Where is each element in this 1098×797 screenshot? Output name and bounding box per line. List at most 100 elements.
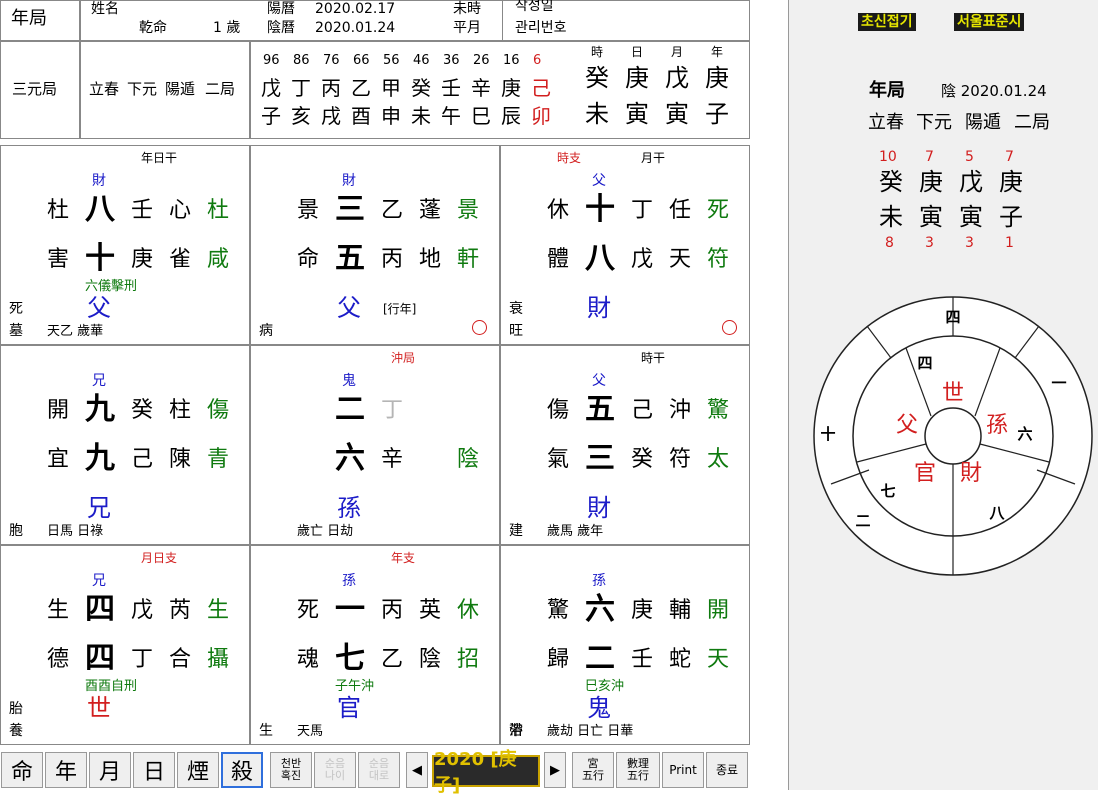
cell-relation: 父	[87, 294, 111, 322]
mode-button[interactable]: 命	[1, 752, 43, 788]
cell-stem: 戊	[131, 598, 154, 623]
cell-extra: 天乙 歲華	[47, 324, 104, 339]
cell-door: 杜	[207, 198, 230, 223]
palace-cell[interactable]: 年日干財杜八壬心杜害十庚雀咸六儀擊刑父死墓天乙 歲華	[0, 145, 250, 345]
right-top-num: 7	[925, 149, 934, 165]
number-five-elements-button[interactable]: 數理 五行	[616, 752, 660, 788]
year-selector[interactable]: 2020 [庚子]	[432, 749, 540, 796]
cell-number: 四	[85, 641, 115, 676]
daewoon-stem: 辛	[471, 76, 491, 100]
wheel-mid-label: 四	[917, 354, 932, 372]
cell-gate: 休	[547, 198, 570, 223]
cell-gate: 杜	[47, 198, 70, 223]
cell-door: 傷	[207, 398, 230, 423]
wheel-outer-label: 六	[1017, 425, 1032, 443]
cell-gate: 驚	[547, 598, 570, 623]
cell-top-label: 年支	[391, 551, 416, 565]
next-year-button[interactable]: ▶	[544, 752, 566, 788]
cell-door: 死	[707, 198, 730, 223]
pillar-head: 月	[671, 45, 684, 59]
daewoon-stem: 丁	[291, 76, 311, 100]
cell-door: 陰	[457, 447, 480, 472]
cell-number: 一	[335, 592, 365, 627]
cell-stem: 己	[131, 447, 154, 472]
palace-cell[interactable]: 時支 月干父休十丁任死體八戊天符財 衰旺	[500, 145, 750, 345]
cell-top-label: 年日干	[141, 151, 178, 165]
sunum-road-button[interactable]: 순음 대로	[358, 752, 400, 788]
daewoon-age: 6	[533, 53, 542, 68]
mode-button[interactable]: 月	[89, 752, 131, 788]
right-title: 年局	[869, 80, 905, 101]
mode-button[interactable]: 煙	[177, 752, 219, 788]
cell-door: 休	[457, 598, 480, 623]
mode-button[interactable]: 殺	[221, 752, 263, 788]
print-button[interactable]: Print	[662, 752, 704, 788]
cell-star: 英	[419, 598, 442, 623]
cell-stage: 胎	[9, 701, 23, 717]
right-item: 下元	[916, 112, 952, 133]
cell-stem: 己	[631, 398, 654, 423]
cell-top-label: 月日支	[141, 551, 178, 565]
right-item: 陽遁	[965, 112, 1001, 133]
right-branch: 未	[879, 203, 903, 231]
mode-button[interactable]: 年	[45, 752, 87, 788]
palace-cell[interactable]: 年支孫死一丙英休魂七乙陰招子午沖官生 天馬	[250, 545, 500, 745]
tag-seoul-time[interactable]: 서울표준시	[954, 13, 1025, 31]
cell-stage: 病	[259, 323, 273, 339]
pillar-branch: 未	[585, 100, 609, 128]
cell-stage: 死	[9, 301, 23, 317]
right-branch: 子	[999, 203, 1023, 231]
cell-gate: 德	[47, 647, 70, 672]
empty-circle-icon	[472, 320, 487, 335]
cell-number: 四	[85, 592, 115, 627]
daewoon-branch: 未	[411, 104, 431, 128]
right-item: 二局	[1014, 112, 1050, 133]
mode-button[interactable]: 日	[133, 752, 175, 788]
cell-relation: 財	[587, 294, 611, 322]
cell-top-label: 月干	[641, 151, 666, 165]
sunum-age-button[interactable]: 순음 나이	[314, 752, 356, 788]
palace-cell[interactable]: 時干父傷五己沖驚氣三癸符太財建 歲馬 歲年	[500, 345, 750, 545]
daewoon-stem: 癸	[411, 76, 431, 100]
cell-number: 九	[85, 392, 115, 427]
mgmt-label: 관리번호	[515, 20, 567, 36]
palace-five-elements-button[interactable]: 宮 五行	[572, 752, 614, 788]
palace-cell[interactable]: 兄開九癸柱傷宜九己陳青兄胞日馬 日祿	[0, 345, 250, 545]
cell-number: 十	[85, 241, 115, 276]
wheel-mid-label: 七	[880, 482, 895, 500]
palace-cell[interactable]: 沖局鬼二丁六辛 陰孫歲亡 日劫	[250, 345, 500, 545]
solar-date: 2020.02.17	[315, 1, 396, 17]
cell-door: 軒	[457, 247, 480, 272]
cell-door: 驚	[707, 398, 730, 423]
palace-cell[interactable]: 月日支兄生四戊芮生德四丁合攝酉酉自刑世胎養	[0, 545, 250, 745]
quit-button[interactable]: 종료	[706, 752, 748, 788]
palace-cell[interactable]: 孫驚六庚輔開歸二壬蛇天巳亥沖鬼帶浴歲劫 日亡 日華	[500, 545, 750, 745]
cell-stage: 浴	[509, 723, 523, 739]
pillar-stem: 癸	[585, 64, 609, 92]
daewoon-age: 86	[293, 53, 310, 68]
prev-year-button[interactable]: ◀	[406, 752, 428, 788]
cell-star: 地	[419, 247, 442, 272]
cell-note: 六儀擊刑	[85, 279, 138, 294]
cell-stem: 戊	[631, 247, 654, 272]
sanwon-item: 二局	[205, 80, 236, 98]
right-stem: 癸	[879, 168, 903, 196]
pillar-stem: 庚	[625, 64, 649, 92]
created-label: 작성일	[515, 0, 554, 14]
daewoon-branch: 酉	[351, 104, 371, 128]
cheonban-button[interactable]: 천반 혹진	[270, 752, 312, 788]
right-bottom-num: 8	[885, 235, 894, 251]
cell-door: 招	[457, 647, 480, 672]
tag-chosin[interactable]: 초신접기	[858, 13, 916, 31]
sanwon-item: 陽遁	[165, 80, 196, 98]
cell-star: 陰	[419, 647, 442, 672]
cell-number: 六	[585, 592, 615, 627]
cell-number: 二	[335, 392, 365, 427]
cell-extra: 歲馬 歲年	[547, 524, 604, 539]
cell-mark: [行年]	[383, 302, 417, 316]
daewoon-branch: 戌	[321, 104, 341, 128]
cell-number: 七	[335, 641, 365, 676]
palace-cell[interactable]: 財景三乙蓬景命五丙地軒父病 [行年]	[250, 145, 500, 345]
cell-gate: 景	[297, 198, 320, 223]
daewoon-branch: 子	[261, 104, 281, 128]
